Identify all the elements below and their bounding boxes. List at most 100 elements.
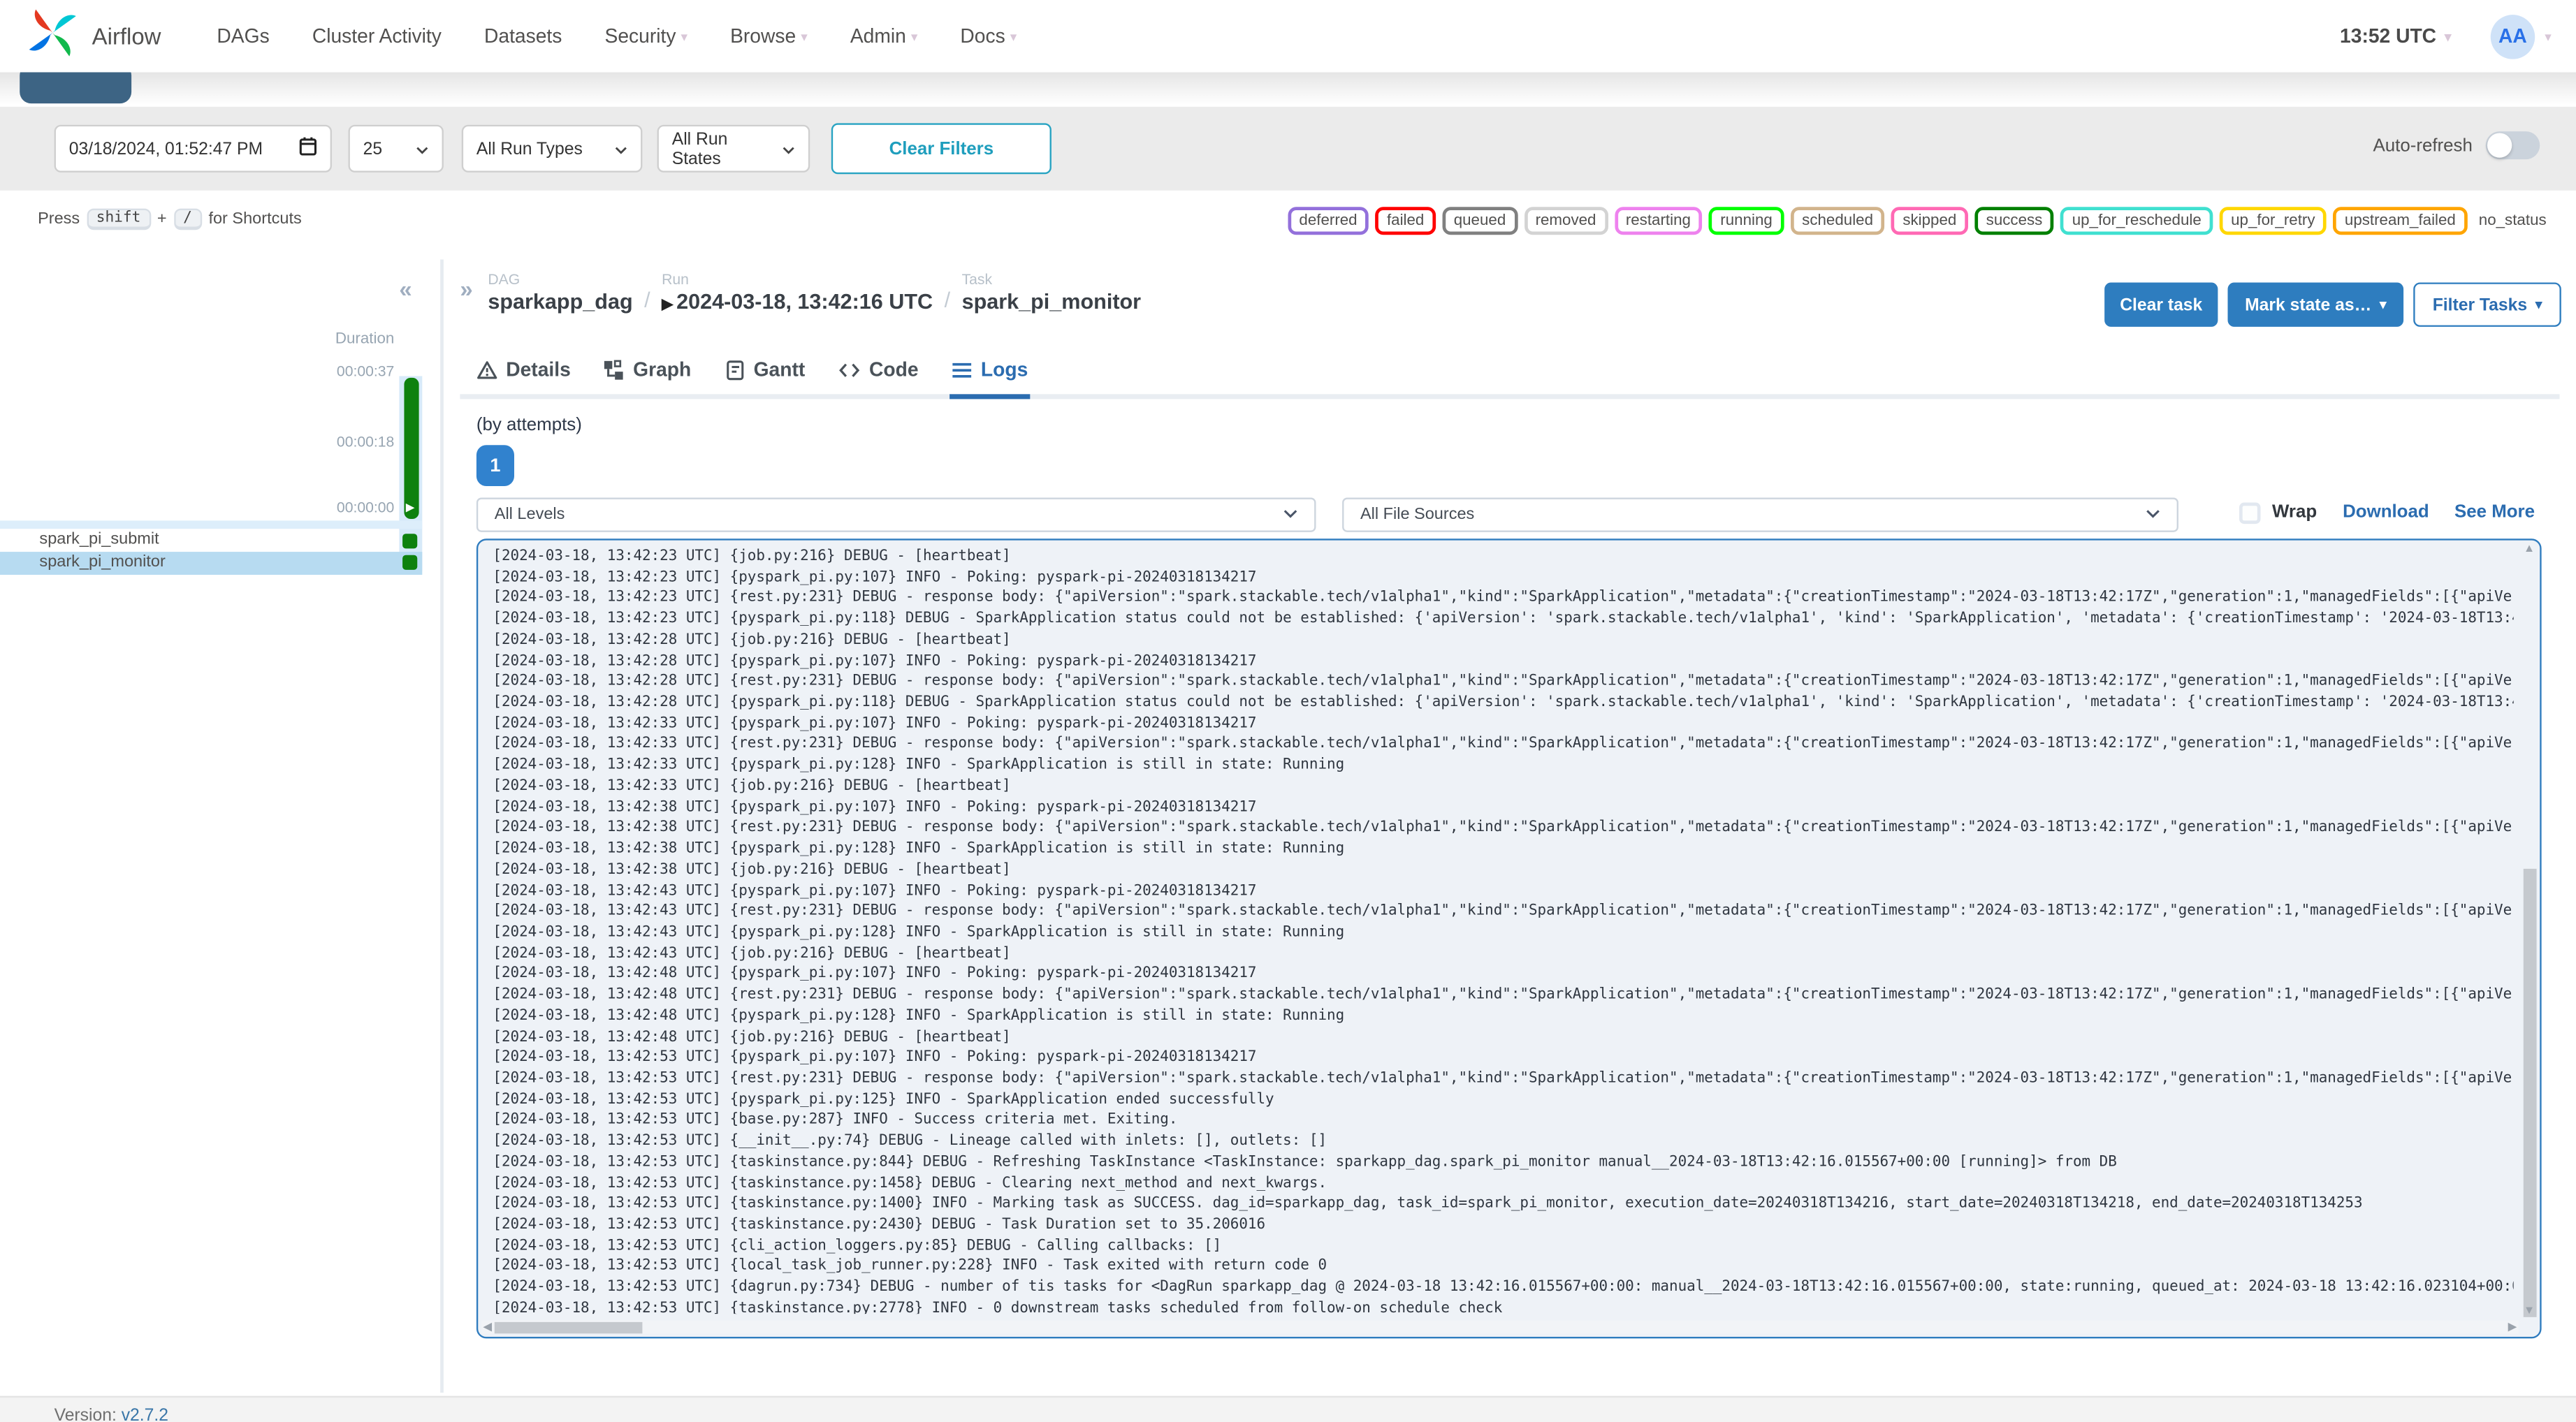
tab-code[interactable]: Code	[836, 351, 920, 394]
chevron-down-icon: ▾	[910, 29, 918, 44]
status-badge-running: running	[1708, 207, 1784, 235]
nav-right: 13:52 UTC ▾ AA ▾	[2340, 13, 2552, 59]
log-output-panel[interactable]: [2024-03-18, 13:42:23 UTC] {job.py:216} …	[476, 538, 2542, 1339]
tab-details[interactable]: Details	[475, 351, 573, 394]
graph-icon	[604, 359, 625, 381]
status-badge-removed: removed	[1524, 207, 1608, 235]
status-badge-upstream_failed: upstream_failed	[2333, 207, 2468, 235]
chevron-down-icon: ▾	[2444, 29, 2452, 44]
task-row-spark-pi-submit[interactable]: spark_pi_submit	[0, 529, 422, 552]
status-badge-up_for_retry: up_for_retry	[2219, 207, 2327, 235]
chevron-down-icon: ▾	[1010, 29, 1017, 44]
mark-state-as-button[interactable]: Mark state as… ▾	[2227, 282, 2404, 327]
chevron-down-icon	[772, 139, 795, 159]
duration-tick: 00:00:00	[336, 499, 395, 516]
clear-task-button[interactable]: Clear task	[2104, 282, 2218, 327]
chevron-down-icon: ▾	[681, 29, 687, 44]
nav-item-browse[interactable]: Browse ▾	[730, 24, 808, 47]
nav-item-datasets[interactable]: Datasets	[484, 24, 562, 47]
horizontal-scrollbar[interactable]: ◀ ▶	[481, 1320, 2519, 1334]
clear-filters-button[interactable]: Clear Filters	[831, 123, 1051, 175]
page-size-select[interactable]: 25	[348, 124, 444, 173]
nav-item-admin[interactable]: Admin ▾	[850, 24, 917, 47]
breadcrumb-run[interactable]: Run ▶ 2024-03-18, 13:42:16 UTC	[662, 271, 933, 314]
tab-logs[interactable]: Logs	[949, 351, 1030, 400]
calendar-icon[interactable]	[289, 136, 317, 161]
chevron-down-icon: ▾	[2535, 297, 2542, 312]
task-state-square-success[interactable]	[402, 533, 417, 548]
download-link[interactable]: Download	[2343, 503, 2429, 522]
tab-graph[interactable]: Graph	[602, 351, 692, 394]
warning-triangle-icon	[476, 359, 498, 381]
file-source-select[interactable]: All File Sources	[1342, 497, 2178, 532]
duration-axis-title: Duration	[335, 330, 395, 349]
list-icon	[952, 359, 973, 381]
slash-key: /	[173, 208, 203, 230]
chevron-down-icon	[604, 139, 627, 159]
status-badge-skipped: skipped	[1891, 207, 1968, 235]
nav-menu: DAGs Cluster Activity Datasets Security ▾…	[217, 24, 1017, 47]
nav-item-docs[interactable]: Docs ▾	[960, 24, 1017, 47]
run-types-select[interactable]: All Run Types	[461, 124, 643, 173]
auto-refresh-control: Auto-refresh	[2373, 131, 2540, 160]
log-text[interactable]: [2024-03-18, 13:42:23 UTC] {job.py:216} …	[493, 547, 2513, 1314]
toggle-knob	[2487, 133, 2512, 158]
expand-panel-icon[interactable]: »	[460, 276, 472, 302]
status-badge-queued: queued	[1442, 207, 1518, 235]
status-badge-scheduled: scheduled	[1790, 207, 1885, 235]
chevron-down-icon	[1273, 506, 1297, 524]
filter-tasks-button[interactable]: Filter Tasks ▾	[2413, 282, 2561, 327]
user-menu[interactable]: AA ▾	[2490, 13, 2552, 59]
chevron-down-icon	[2136, 506, 2160, 524]
airflow-brand[interactable]: Airflow	[24, 4, 161, 68]
run-states-select[interactable]: All Run States	[657, 124, 810, 173]
nav-item-security[interactable]: Security ▾	[605, 24, 687, 47]
horizontal-scrollbar-thumb[interactable]	[494, 1321, 643, 1333]
scroll-right-icon[interactable]: ▶	[2508, 1321, 2517, 1333]
status-badge-up_for_reschedule: up_for_reschedule	[2060, 207, 2213, 235]
auto-refresh-toggle[interactable]	[2485, 131, 2540, 160]
run-play-icon: ▶	[405, 502, 415, 514]
nav-item-dags[interactable]: DAGs	[217, 24, 269, 47]
auto-refresh-label: Auto-refresh	[2373, 135, 2473, 156]
run-play-icon: ▶	[662, 295, 674, 312]
collapse-sidebar-icon[interactable]: «	[399, 276, 412, 302]
tab-gantt[interactable]: Gantt	[722, 351, 807, 394]
breadcrumb: DAG sparkapp_dag / Run ▶ 2024-03-18, 13:4…	[488, 271, 1141, 314]
breadcrumb-dag[interactable]: DAG sparkapp_dag	[488, 271, 632, 314]
version-link[interactable]: v2.7.2	[122, 1406, 168, 1422]
scroll-up-icon[interactable]: ▲	[2524, 543, 2535, 555]
panel-divider[interactable]	[440, 259, 444, 1393]
attempt-1-button[interactable]: 1	[476, 445, 514, 487]
run-duration-bar[interactable]	[403, 377, 419, 520]
detail-tabs: Details Graph Gantt Code Logs	[460, 343, 2560, 400]
clock-dropdown[interactable]: 13:52 UTC ▾	[2340, 24, 2451, 47]
scroll-left-icon[interactable]: ◀	[483, 1321, 492, 1333]
status-badge-restarting: restarting	[1614, 207, 1703, 235]
task-row-spark-pi-monitor[interactable]: spark_pi_monitor	[0, 552, 423, 574]
avatar[interactable]: AA	[2490, 13, 2535, 59]
chevron-down-icon: ▾	[801, 29, 808, 44]
chevron-down-icon	[406, 139, 429, 159]
version-label: Version:	[54, 1405, 117, 1422]
log-level-select[interactable]: All Levels	[476, 497, 1316, 532]
task-state-square-success[interactable]	[402, 555, 417, 570]
see-more-link[interactable]: See More	[2454, 503, 2535, 522]
brand-name: Airflow	[92, 22, 161, 50]
axis-baseline-strip	[0, 520, 423, 528]
chevron-down-icon: ▾	[2380, 297, 2387, 312]
shift-key: shift	[86, 208, 151, 230]
status-badge-failed: failed	[1375, 207, 1436, 235]
scroll-down-icon[interactable]: ▼	[2524, 1305, 2535, 1317]
vertical-scrollbar-thumb[interactable]	[2523, 868, 2537, 1317]
status-badge-deferred: deferred	[1287, 207, 1369, 235]
legend-row: Press shift + / for Shortcuts deferred fa…	[0, 190, 2576, 250]
filter-bar: 03/18/2024, 01:52:47 PM 25 All Run Types…	[0, 106, 2576, 191]
nav-item-cluster-activity[interactable]: Cluster Activity	[312, 24, 442, 47]
status-badge-success: success	[1974, 207, 2054, 235]
wrap-checkbox[interactable]	[2239, 502, 2261, 525]
gantt-icon	[724, 359, 745, 381]
breadcrumb-task[interactable]: Task spark_pi_monitor	[962, 271, 1142, 314]
chevron-down-icon: ▾	[2545, 29, 2552, 44]
datetime-input[interactable]: 03/18/2024, 01:52:47 PM	[54, 124, 332, 173]
